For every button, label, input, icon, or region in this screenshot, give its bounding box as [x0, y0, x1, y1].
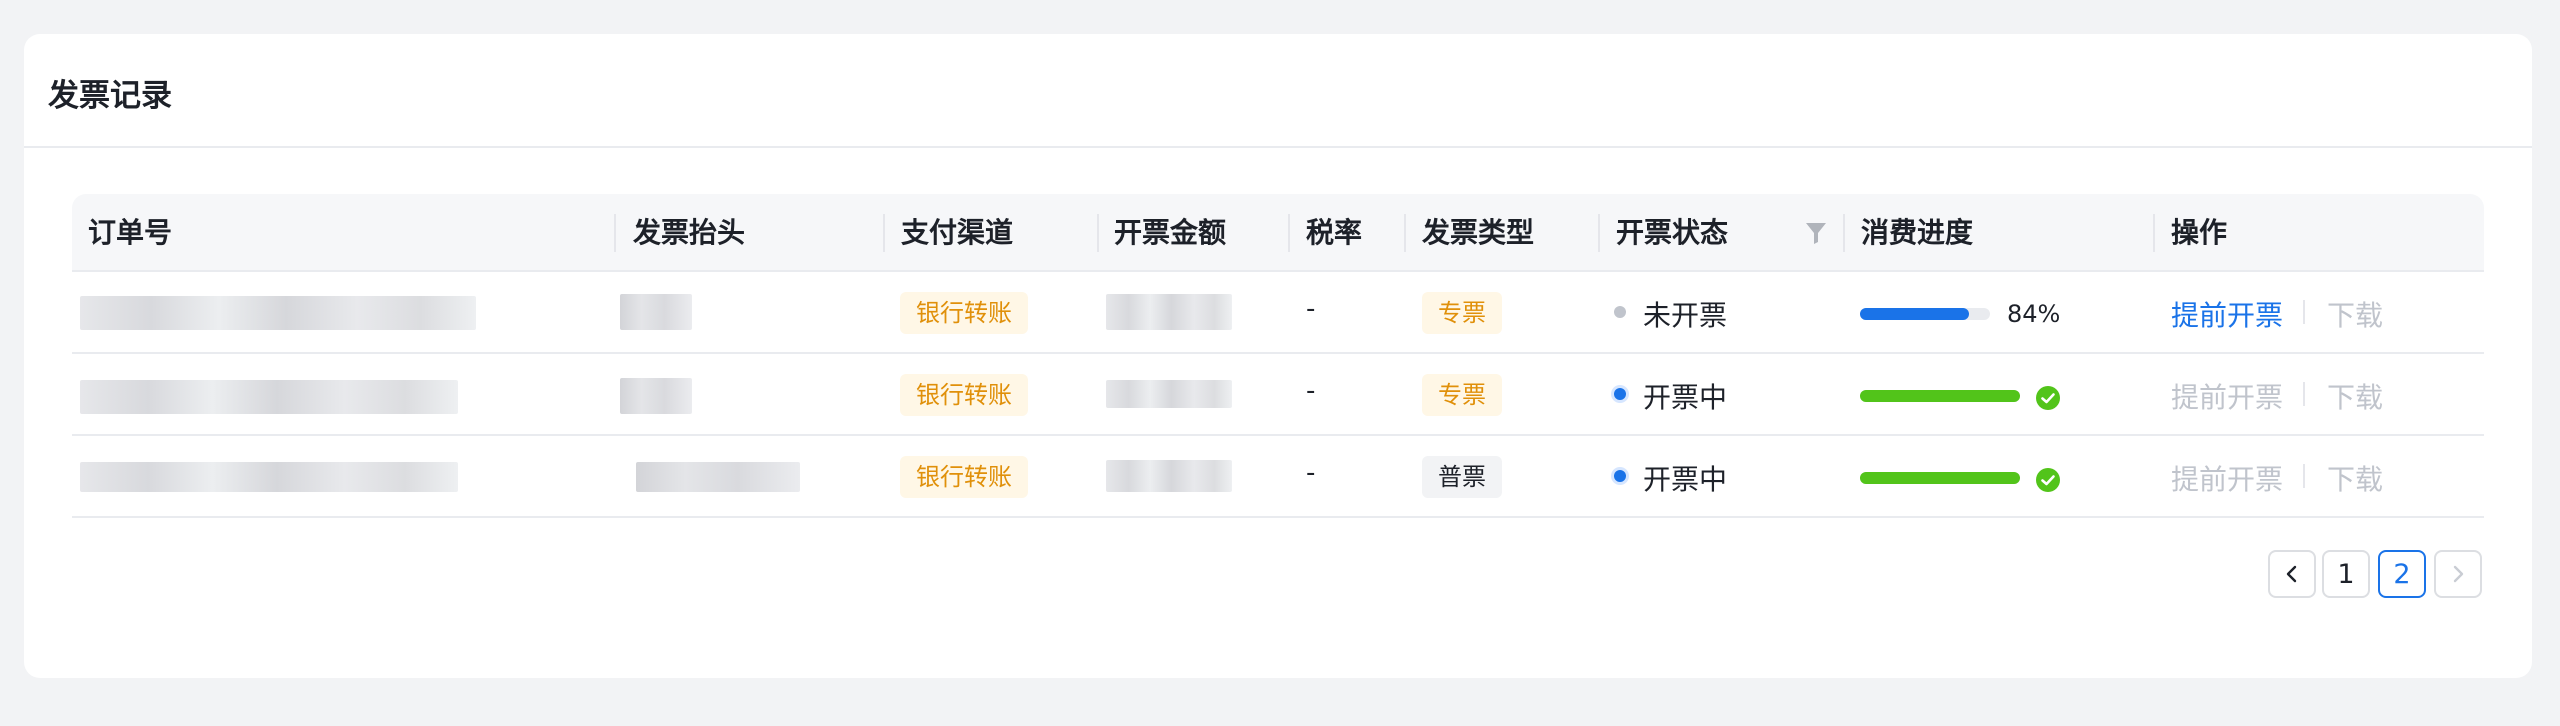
column-header-status: 开票状态: [1616, 216, 1729, 249]
next-page-button[interactable]: [2434, 550, 2482, 598]
row-divider: [72, 434, 2484, 436]
early-invoice-button[interactable]: 提前开票: [2171, 458, 2283, 498]
invoice-type-tag: 专票: [1422, 374, 1502, 416]
action-divider: [2303, 464, 2305, 488]
column-divider: [1404, 214, 1406, 252]
pay-channel-tag: 银行转账: [900, 456, 1028, 498]
column-header-invoice-header: 发票抬头: [633, 216, 746, 249]
column-header-amount: 开票金额: [1114, 216, 1227, 249]
action-divider: [2303, 382, 2305, 406]
download-button[interactable]: 下载: [2327, 294, 2383, 334]
column-header-pay-channel: 支付渠道: [901, 216, 1014, 249]
status-text: 开票中: [1643, 381, 1728, 414]
table-header: [72, 194, 2484, 272]
column-header-tax-rate: 税率: [1306, 216, 1363, 249]
column-header-order-no: 订单号: [88, 216, 173, 249]
invoice-records-card: [24, 34, 2532, 678]
progress-fill: [1860, 308, 1970, 320]
status-text: 未开票: [1643, 299, 1728, 332]
column-divider: [1288, 214, 1290, 252]
progress-fill: [1860, 390, 2020, 402]
column-divider: [1097, 214, 1099, 252]
order-number-redacted: [80, 380, 458, 414]
column-header-invoice-type: 发票类型: [1422, 216, 1535, 249]
status-dot: [1614, 470, 1626, 482]
invoice-header-redacted: [620, 378, 692, 414]
amount-redacted: [1106, 460, 1232, 492]
column-divider: [1843, 214, 1845, 252]
title-divider: [24, 146, 2532, 148]
amount-redacted: [1106, 294, 1232, 330]
filter-icon[interactable]: [1804, 220, 1828, 246]
tax-rate-value: -: [1306, 294, 1316, 324]
tax-rate-value: -: [1306, 458, 1316, 488]
tax-rate-value: -: [1306, 376, 1316, 406]
column-divider: [2153, 214, 2155, 252]
row-divider: [72, 516, 2484, 518]
pay-channel-tag: 银行转账: [900, 374, 1028, 416]
amount-redacted: [1106, 380, 1232, 408]
pay-channel-tag: 银行转账: [900, 292, 1028, 334]
progress-percent: 84%: [2007, 300, 2061, 328]
column-header-actions: 操作: [2171, 216, 2228, 249]
progress-bar: [1860, 390, 2020, 402]
row-divider: [72, 270, 2484, 272]
column-divider: [1598, 214, 1600, 252]
column-divider: [883, 214, 885, 252]
column-header-progress: 消费进度: [1861, 216, 1974, 249]
chevron-left-icon: [2286, 565, 2297, 583]
status-text: 开票中: [1643, 463, 1728, 496]
early-invoice-button[interactable]: 提前开票: [2171, 376, 2283, 416]
column-divider: [614, 214, 616, 252]
check-circle-icon: [2036, 386, 2060, 410]
invoice-type-tag: 专票: [1422, 292, 1502, 334]
action-divider: [2303, 300, 2305, 324]
page-1-button[interactable]: 1: [2322, 550, 2370, 598]
download-button[interactable]: 下载: [2327, 458, 2383, 498]
download-button[interactable]: 下载: [2327, 376, 2383, 416]
invoice-header-redacted: [636, 462, 800, 492]
progress-bar: [1860, 308, 1990, 320]
chevron-right-icon: [2453, 565, 2464, 583]
page-title: 发票记录: [48, 78, 172, 114]
order-number-redacted: [80, 462, 458, 492]
prev-page-button[interactable]: [2268, 550, 2316, 598]
row-divider: [72, 352, 2484, 354]
invoice-type-tag: 普票: [1422, 456, 1502, 498]
status-dot: [1614, 306, 1626, 318]
order-number-redacted: [80, 296, 476, 330]
progress-bar: [1860, 472, 2020, 484]
early-invoice-button[interactable]: 提前开票: [2171, 294, 2283, 334]
progress-fill: [1860, 472, 2020, 484]
status-dot: [1614, 388, 1626, 400]
check-circle-icon: [2036, 468, 2060, 492]
page-2-button[interactable]: 2: [2378, 550, 2426, 598]
invoice-header-redacted: [620, 294, 692, 330]
